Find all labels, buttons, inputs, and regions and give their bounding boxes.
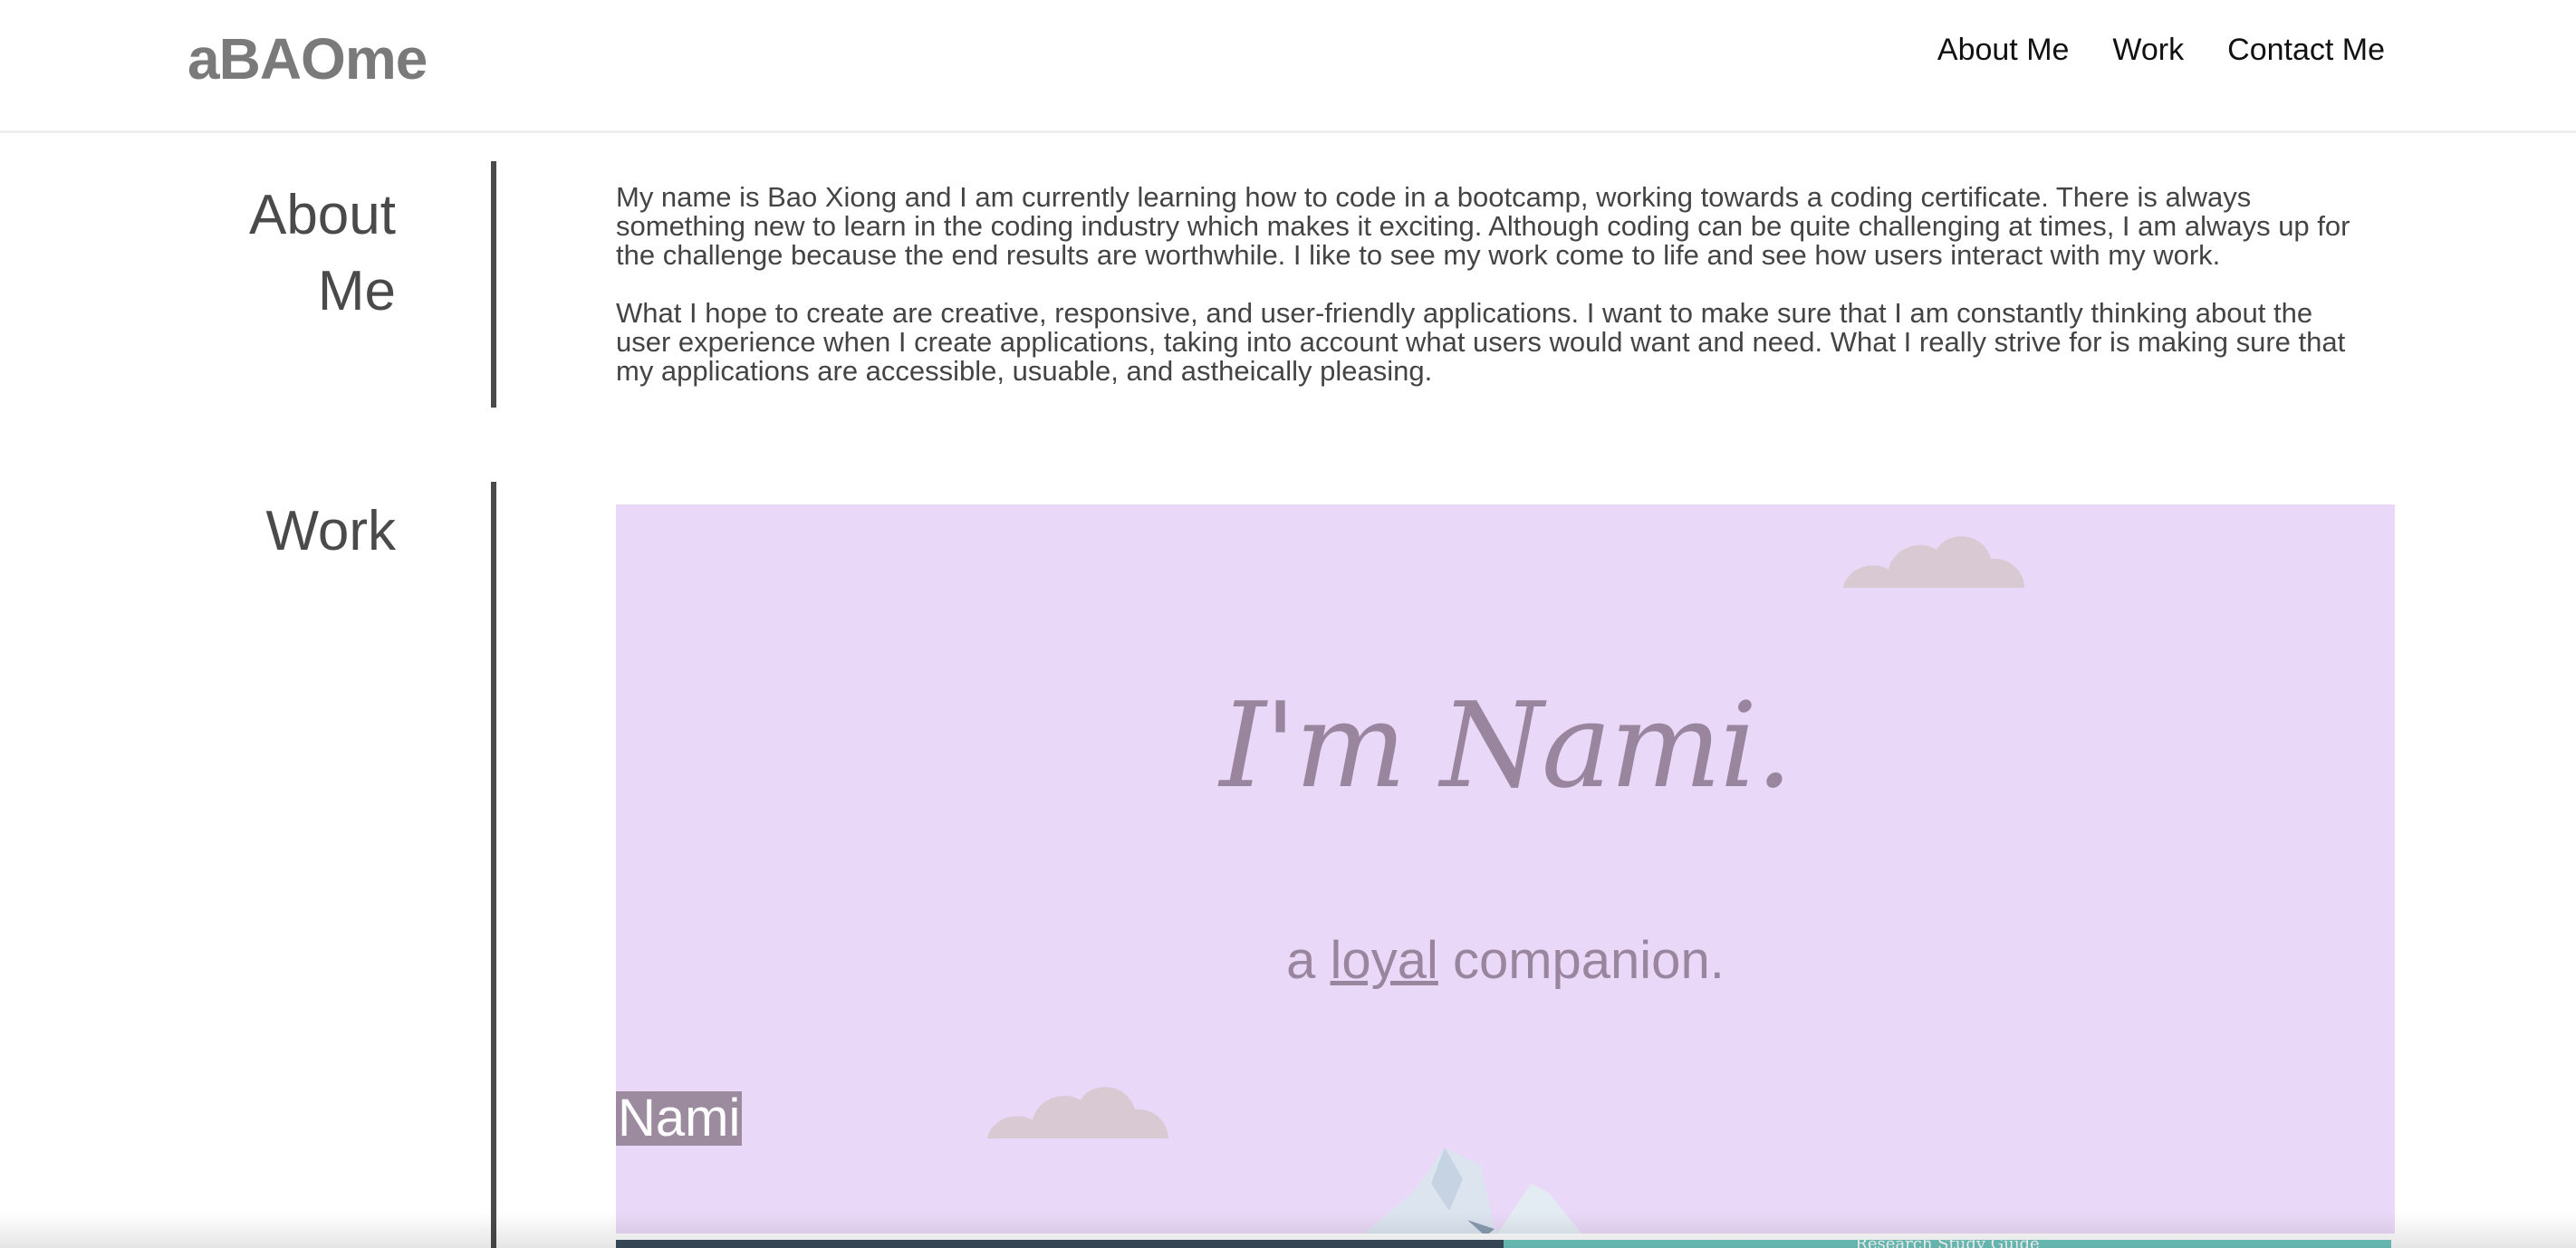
- project-hero-title: I'm Nami.: [1219, 677, 1793, 814]
- about-paragraph: What I hope to create are creative, resp…: [616, 297, 2346, 387]
- subtitle-suffix: companion.: [1437, 931, 1725, 990]
- project-card-nami[interactable]: I'm Nami. a loyal companion. Nami: [616, 504, 2395, 1234]
- project-caption: Research Study Guide: [1855, 1240, 2039, 1248]
- about-title-line2: Me: [317, 260, 396, 322]
- main-nav: About Me Work Contact Me: [1937, 33, 2385, 68]
- nav-about-me[interactable]: About Me: [1937, 33, 2070, 68]
- mountain-icon: [1364, 1147, 1581, 1234]
- subtitle-prefix: a: [1286, 931, 1331, 990]
- project-label[interactable]: Nami: [616, 1091, 743, 1146]
- about-section-title: About Me: [249, 178, 396, 330]
- work-divider: [491, 482, 496, 1248]
- project-card-research-study-guide[interactable]: Research Study Guide: [1504, 1240, 2391, 1248]
- cloud-icon: [1843, 536, 2024, 588]
- cloud-icon: [987, 1087, 1168, 1138]
- about-content: My name is Bao Xiong and I am currently …: [616, 183, 2373, 415]
- about-paragraph: My name is Bao Xiong and I am currently …: [616, 181, 2350, 271]
- nav-work[interactable]: Work: [2112, 33, 2184, 68]
- work-section-title: Work: [265, 500, 396, 562]
- project-hero-subtitle: a loyal companion.: [616, 930, 2395, 991]
- subtitle-underlined-word: loyal: [1330, 931, 1438, 990]
- site-header: aBAOme About Me Work Contact Me: [0, 0, 2576, 133]
- project-card-next-left[interactable]: [616, 1240, 1504, 1248]
- about-divider: [491, 161, 496, 408]
- nav-contact-me[interactable]: Contact Me: [2227, 33, 2385, 68]
- about-title-line1: About: [248, 184, 396, 246]
- site-logo[interactable]: aBAOme: [187, 25, 428, 92]
